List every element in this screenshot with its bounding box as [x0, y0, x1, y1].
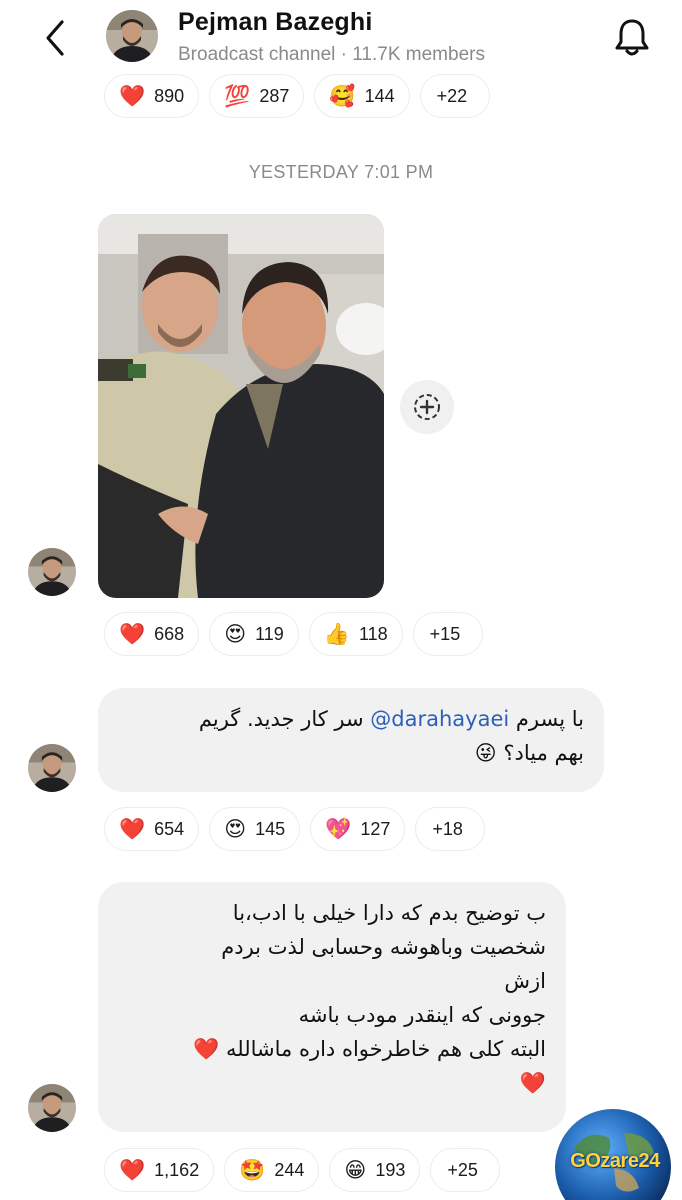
more-reactions-chip[interactable]: +18 — [415, 807, 486, 851]
sparkling-heart-emoji-icon: 💖 — [325, 816, 352, 841]
reaction-count: 193 — [375, 1159, 406, 1180]
thumbs-up-emoji-icon: 👍 — [323, 621, 350, 646]
reaction-count: 119 — [255, 623, 284, 644]
add-circle-icon — [414, 394, 440, 420]
message-bubble[interactable]: با پسرم @darahayaei سر کار جدید. گریم به… — [98, 688, 604, 792]
heart-eyes-emoji-icon: 😍 — [224, 816, 247, 841]
reaction-count: 668 — [154, 623, 185, 644]
day-separator: YESTERDAY 7:01 PM — [248, 162, 434, 182]
message-line: بهم میاد؟ 😜 — [474, 741, 584, 765]
message-text: سر کار جدید. گریم — [198, 707, 364, 731]
reaction-chip[interactable]: ❤️ 668 — [104, 612, 200, 656]
message-line: ❤️ — [519, 1071, 546, 1095]
channel-avatar[interactable] — [106, 10, 158, 62]
reaction-chip[interactable]: 🤩 244 — [224, 1148, 320, 1192]
reaction-bar: ❤️ 890 💯 287 🥰 144 +22 — [104, 74, 490, 118]
reaction-chip[interactable]: 🥰 144 — [314, 74, 410, 118]
hundred-emoji-icon: 💯 — [224, 83, 251, 108]
star-struck-emoji-icon: 🤩 — [239, 1157, 266, 1182]
message-line: البته کلی هم خاطرخواه داره ماشالله ❤️ — [193, 1037, 546, 1061]
heart-emoji-icon: ❤️ — [119, 621, 146, 646]
more-reactions-count: +25 — [447, 1159, 478, 1180]
more-reactions-count: +22 — [436, 85, 468, 106]
reaction-chip[interactable]: 😍 119 — [209, 612, 299, 656]
photo-message[interactable] — [98, 214, 384, 598]
reaction-count: 244 — [274, 1159, 305, 1180]
reaction-bar: ❤️ 668 😍 119 👍 118 +15 — [104, 612, 483, 656]
reaction-count: 127 — [360, 818, 391, 839]
reaction-count: 654 — [154, 818, 185, 839]
channel-subtitle: Broadcast channel · 11.7K members — [178, 44, 485, 65]
message-line: ب توضیح بدم که دارا خیلی با ادب،با — [232, 901, 546, 925]
reaction-count: 287 — [259, 85, 290, 106]
message-line: شخصیت وباهوشه وحسابی لذت بردم — [221, 935, 546, 959]
message-line: جوونی که اینقدر مودب باشه — [298, 1003, 546, 1027]
reaction-count: 890 — [154, 85, 185, 106]
message-bubble[interactable]: ب توضیح بدم که دارا خیلی با ادب،با شخصیت… — [98, 882, 566, 1132]
heart-emoji-icon: ❤️ — [119, 816, 146, 841]
grinning-emoji-icon: 😁 — [344, 1157, 367, 1182]
reaction-count: 144 — [364, 85, 395, 106]
more-reactions-count: +15 — [429, 623, 461, 644]
reaction-chip[interactable]: 👍 118 — [308, 612, 403, 656]
reaction-chip[interactable]: ❤️ 654 — [104, 807, 200, 851]
reaction-chip[interactable]: ❤️ 890 — [104, 74, 200, 118]
message-line: ازش — [504, 969, 546, 993]
share-button[interactable] — [400, 380, 454, 434]
more-reactions-chip[interactable]: +22 — [419, 74, 490, 118]
sender-avatar[interactable] — [28, 1084, 76, 1132]
heart-eyes-emoji-icon: 😍 — [224, 621, 247, 646]
heart-emoji-icon: ❤️ — [119, 83, 146, 108]
more-reactions-chip[interactable]: +25 — [430, 1148, 501, 1192]
chevron-left-icon[interactable] — [40, 18, 70, 58]
message-text: با پسرم — [515, 707, 584, 731]
reaction-bar: ❤️ 1,162 🤩 244 😁 193 +25 — [104, 1148, 501, 1192]
mention-link[interactable]: @darahayaei — [370, 707, 509, 731]
reaction-bar: ❤️ 654 😍 145 💖 127 +18 — [104, 807, 486, 851]
message-line: با پسرم @darahayaei سر کار جدید. گریم — [116, 702, 584, 736]
reaction-chip[interactable]: 💯 287 — [209, 74, 305, 118]
channel-header: Pejman Bazeghi Broadcast channel · 11.7K… — [0, 0, 682, 80]
channel-title[interactable]: Pejman Bazeghi — [178, 8, 373, 37]
heart-emoji-icon: ❤️ — [119, 1157, 146, 1182]
reaction-chip[interactable]: 😁 193 — [329, 1148, 421, 1192]
watermark-text: GOzare24 — [570, 1150, 660, 1172]
reaction-count: 118 — [358, 623, 388, 644]
more-reactions-chip[interactable]: +15 — [412, 612, 483, 656]
reaction-chip[interactable]: ❤️ 1,162 — [104, 1148, 215, 1192]
reaction-count: 1,162 — [154, 1159, 200, 1180]
bell-icon[interactable] — [612, 16, 652, 58]
reaction-chip[interactable]: 😍 145 — [209, 807, 301, 851]
sender-avatar[interactable] — [28, 548, 76, 596]
sender-avatar[interactable] — [28, 744, 76, 792]
reaction-chip[interactable]: 💖 127 — [310, 807, 406, 851]
reaction-count: 145 — [255, 818, 286, 839]
smiling-hearts-emoji-icon: 🥰 — [329, 83, 356, 108]
more-reactions-count: +18 — [432, 818, 463, 839]
